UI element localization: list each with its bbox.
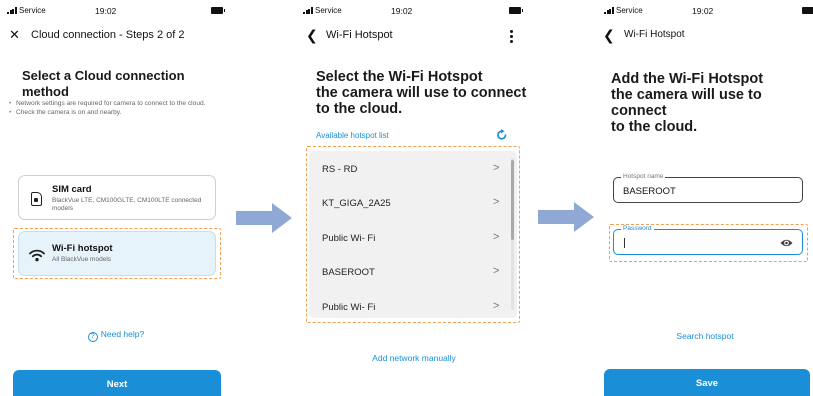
requirements-notes: Network settings are required for camera… bbox=[6, 100, 226, 118]
screen-add-hotspot: Service 19:02 ❮ Wi-Fi Hotspot Add the Wi… bbox=[597, 0, 813, 396]
chevron-right-icon: > bbox=[493, 265, 500, 277]
chevron-right-icon: > bbox=[493, 162, 500, 174]
battery-icon bbox=[802, 7, 813, 14]
clock: 19:02 bbox=[692, 6, 714, 16]
password-field[interactable]: Password bbox=[613, 225, 803, 255]
status-bar: Service 19:02 bbox=[296, 5, 532, 17]
screen-heading: Select the Wi-Fi Hotspot the camera will… bbox=[316, 69, 527, 117]
text-cursor bbox=[624, 238, 625, 248]
hotspot-item[interactable]: Public Wi- Fi > bbox=[309, 290, 509, 324]
need-help-label: Need help? bbox=[100, 329, 145, 339]
chevron-right-icon: > bbox=[493, 300, 500, 312]
add-network-manually-link[interactable]: Add network manually bbox=[296, 353, 532, 363]
close-icon[interactable]: ✕ bbox=[9, 26, 20, 44]
hotspot-item[interactable]: RS - RD > bbox=[309, 152, 509, 186]
more-options-icon[interactable] bbox=[510, 30, 514, 45]
page-title: Wi-Fi Hotspot bbox=[624, 29, 685, 40]
option-title: Wi-Fi hotspot bbox=[52, 243, 113, 254]
flow-arrow-icon bbox=[538, 202, 594, 232]
chevron-right-icon: > bbox=[493, 231, 500, 243]
show-password-icon[interactable] bbox=[780, 238, 793, 248]
note-item: Check the camera is on and nearby. bbox=[6, 109, 226, 117]
hotspot-name: KT_GIGA_2A25 bbox=[322, 198, 391, 209]
hotspot-list-label: Available hotspot list bbox=[316, 131, 389, 140]
hotspot-name: Public Wi- Fi bbox=[322, 302, 376, 313]
signal-icon bbox=[604, 7, 614, 14]
note-item: Network settings are required for camera… bbox=[6, 100, 226, 108]
screen-heading: Select a Cloud connection method bbox=[22, 68, 185, 99]
hotspot-name: Public Wi- Fi bbox=[322, 233, 376, 244]
app-header: ✕ Cloud connection - Steps 2 of 2 bbox=[0, 26, 232, 46]
carrier-label: Service bbox=[315, 6, 342, 15]
signal-icon bbox=[303, 7, 313, 14]
back-arrow-icon[interactable]: ❮ bbox=[603, 26, 615, 44]
clock: 19:02 bbox=[95, 6, 117, 16]
carrier-label: Service bbox=[616, 6, 643, 15]
carrier-label: Service bbox=[19, 6, 46, 15]
flow-arrow-icon bbox=[236, 203, 292, 233]
screen-select-hotspot: Service 19:02 ❮ Wi-Fi Hotspot Select the… bbox=[296, 0, 532, 396]
hotspot-list-header: Available hotspot list bbox=[316, 129, 514, 143]
hotspot-name: RS - RD bbox=[322, 164, 358, 175]
screen-heading: Add the Wi-Fi Hotspot the camera will us… bbox=[611, 71, 764, 135]
chevron-right-icon: > bbox=[493, 196, 500, 208]
search-hotspot-link[interactable]: Search hotspot bbox=[597, 331, 813, 341]
status-bar: Service 19:02 bbox=[597, 5, 813, 17]
hotspot-name-value: BASEROOT bbox=[623, 186, 676, 197]
hotspot-item[interactable]: BASEROOT > bbox=[309, 255, 509, 289]
option-subtitle: BlackVue LTE, CM100GLTE, CM100LTE connec… bbox=[52, 197, 202, 212]
help-icon: ? bbox=[87, 332, 98, 342]
hotspot-list: RS - RD > KT_GIGA_2A25 > Public Wi- Fi >… bbox=[309, 151, 517, 318]
next-button[interactable]: Next bbox=[13, 370, 221, 396]
need-help-link[interactable]: ? Need help? bbox=[0, 329, 232, 342]
battery-icon bbox=[509, 7, 523, 14]
wifi-hotspot-option[interactable]: Wi-Fi hotspot All BlackVue models bbox=[18, 231, 216, 276]
status-bar: Service 19:02 bbox=[0, 5, 232, 17]
scrollbar-thumb[interactable] bbox=[511, 160, 514, 240]
sim-card-option[interactable]: SIM card BlackVue LTE, CM100GLTE, CM100L… bbox=[18, 175, 216, 220]
clock: 19:02 bbox=[391, 6, 413, 16]
signal-icon bbox=[7, 7, 17, 14]
refresh-icon[interactable] bbox=[496, 129, 508, 141]
back-arrow-icon[interactable]: ❮ bbox=[306, 26, 318, 44]
app-header: ❮ Wi-Fi Hotspot bbox=[597, 26, 813, 46]
hotspot-name-label: Hotspot name bbox=[621, 173, 666, 181]
page-title: Cloud connection - Steps 2 of 2 bbox=[31, 29, 185, 41]
option-subtitle: All BlackVue models bbox=[52, 256, 112, 263]
battery-icon bbox=[211, 7, 225, 14]
password-label: Password bbox=[621, 225, 654, 233]
hotspot-item[interactable]: KT_GIGA_2A25 > bbox=[309, 186, 509, 220]
option-title: SIM card bbox=[52, 184, 92, 195]
hotspot-item[interactable]: Public Wi- Fi > bbox=[309, 221, 509, 255]
hotspot-name: BASEROOT bbox=[322, 267, 375, 278]
sim-card-icon bbox=[28, 190, 46, 208]
screen-cloud-connection-method: Service 19:02 ✕ Cloud connection - Steps… bbox=[0, 0, 232, 396]
hotspot-name-field[interactable]: Hotspot name BASEROOT bbox=[613, 173, 803, 203]
page-title: Wi-Fi Hotspot bbox=[326, 29, 393, 41]
wifi-icon bbox=[28, 246, 46, 264]
save-button[interactable]: Save bbox=[604, 369, 810, 396]
app-header: ❮ Wi-Fi Hotspot bbox=[296, 26, 532, 46]
